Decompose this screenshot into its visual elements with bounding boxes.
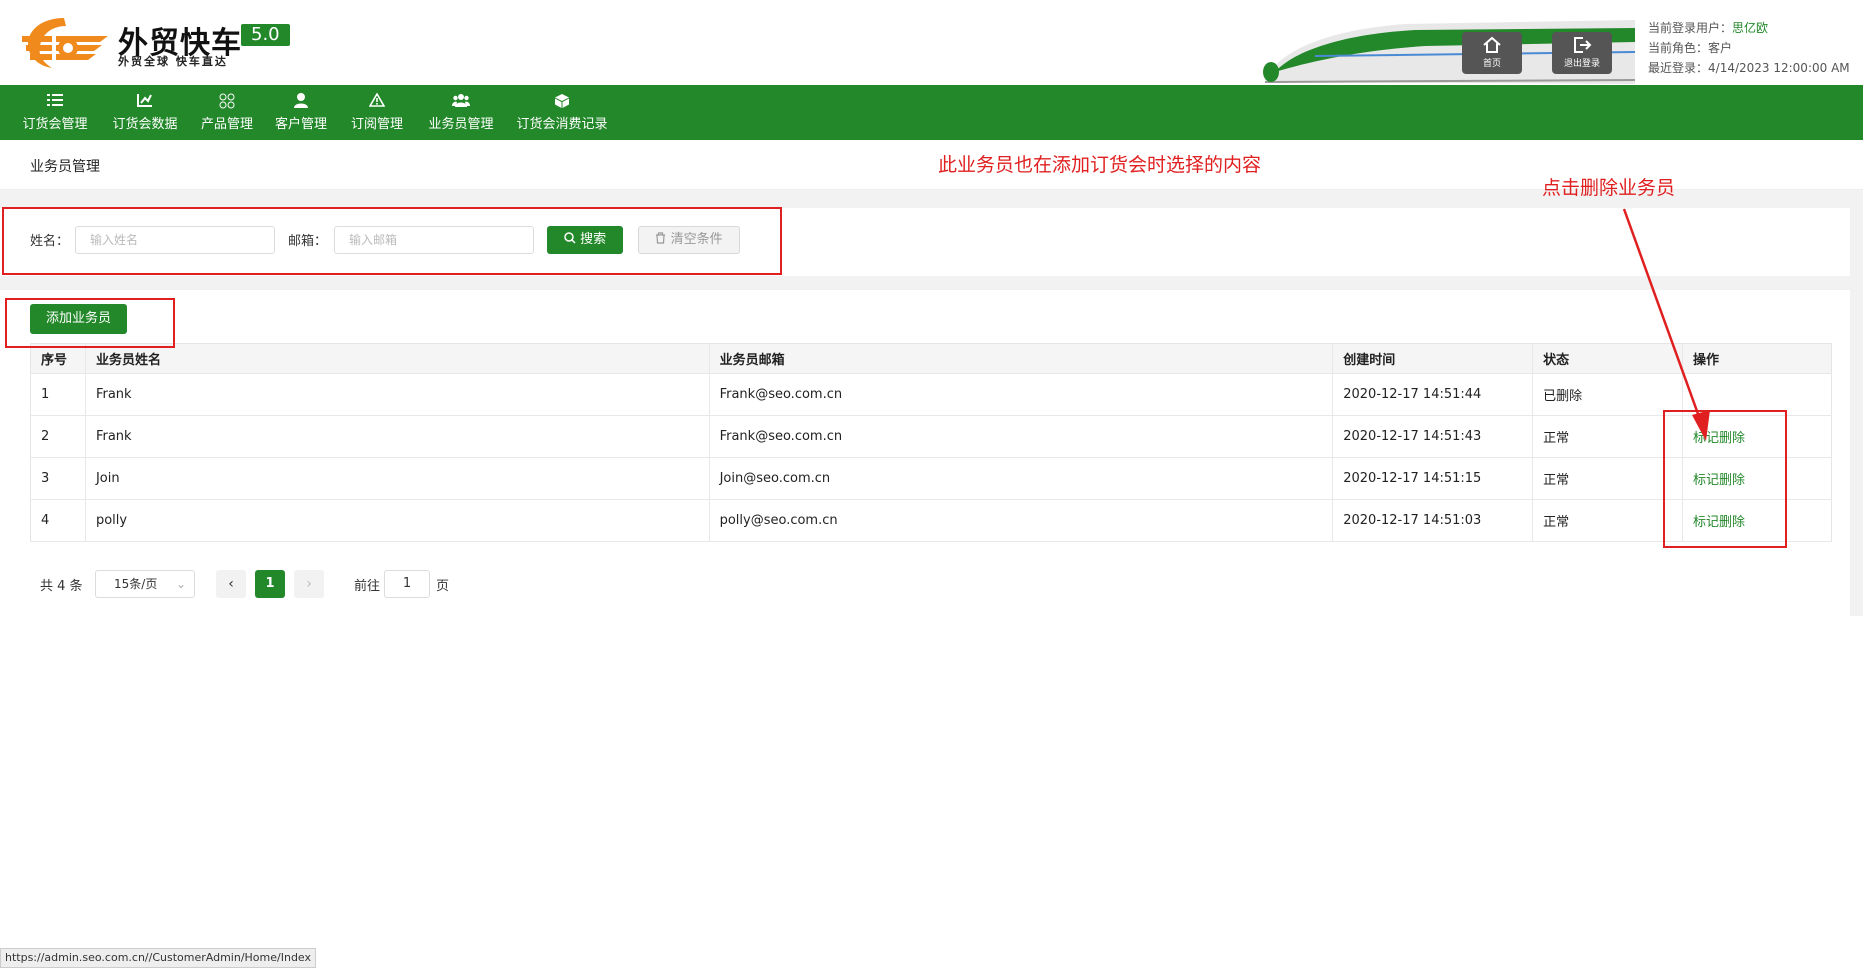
goto-label: 前往 [354, 579, 381, 594]
table-row: 1 Frank Frank@seo.com.cn 2020-12-17 14:5… [30, 373, 1832, 416]
logo-icon [22, 18, 108, 68]
row-name: Frank [85, 415, 710, 458]
last-login-value: 4/14/2023 12:00:00 AM [1708, 61, 1850, 75]
home-icon [1483, 36, 1501, 53]
main-nav: 订货会管理 订货会数据 产品管理 客户管理 订阅管理 业务员管理 订货会消费记录 [0, 85, 1863, 140]
row-no: 1 [30, 373, 86, 416]
logout-button[interactable]: 退出登录 [1552, 32, 1612, 74]
nav-label: 产品管理 [200, 117, 253, 132]
row-no: 3 [30, 457, 86, 500]
brand-slogan: 外贸全球 快车直达 [118, 55, 228, 68]
user-name[interactable]: 思亿欧 [1732, 21, 1768, 35]
table-row: 4 polly polly@seo.com.cn 2020-12-17 14:5… [30, 499, 1832, 542]
row-status: 正常 [1532, 499, 1684, 542]
table-row: 2 Frank Frank@seo.com.cn 2020-12-17 14:5… [30, 415, 1832, 458]
prev-page-button[interactable]: ‹ [216, 570, 246, 598]
home-button-label: 首页 [1482, 59, 1501, 69]
annotation-note-delete: 点击删除业务员 [1542, 177, 1676, 199]
list-icon [47, 94, 63, 106]
annotation-box-search [2, 207, 782, 275]
row-created: 2020-12-17 14:51:03 [1332, 499, 1534, 542]
nav-item-order-fair[interactable]: 订货会管理 [18, 85, 92, 140]
row-email: Join@seo.com.cn [709, 457, 1334, 500]
nav-label: 客户管理 [274, 117, 327, 132]
nav-label: 订货会数据 [112, 117, 178, 132]
row-name: polly [85, 499, 710, 542]
table-header-row: 序号 业务员姓名 业务员邮箱 创建时间 状态 操作 [30, 343, 1832, 374]
last-login-label: 最近登录： [1648, 61, 1709, 75]
nav-item-consumption-records[interactable]: 订货会消费记录 [516, 85, 608, 140]
page-size-select[interactable]: 15条/页 ⌄ [95, 570, 195, 598]
status-bar-url: https://admin.seo.com.cn//CustomerAdmin/… [0, 948, 317, 968]
logout-icon [1574, 37, 1592, 53]
user-info: 当前登录用户：思亿欧 当前角色：客户 最近登录：4/14/2023 12:00:… [1648, 18, 1850, 78]
page-unit-label: 页 [436, 579, 450, 594]
row-no: 4 [30, 499, 86, 542]
grid-icon [219, 93, 235, 109]
nav-label: 订货会管理 [22, 117, 88, 132]
row-email: Frank@seo.com.cn [709, 415, 1334, 458]
user-label: 当前登录用户： [1648, 21, 1733, 35]
col-header: 创建时间 [1332, 343, 1534, 374]
row-created: 2020-12-17 14:51:44 [1332, 373, 1534, 416]
row-name: Join [85, 457, 710, 500]
row-created: 2020-12-17 14:51:43 [1332, 415, 1534, 458]
salesperson-table: 序号 业务员姓名 业务员邮箱 创建时间 状态 操作 1 Frank Frank@… [30, 343, 1832, 542]
pagination-total: 共 4 条 [40, 579, 83, 594]
col-header: 业务员姓名 [85, 343, 710, 374]
next-page-button[interactable]: › [294, 570, 324, 598]
goto-page-input[interactable]: 1 [384, 570, 430, 598]
page-size-value: 15条/页 [114, 577, 158, 591]
box-icon [555, 94, 569, 108]
chart-icon [137, 94, 152, 107]
chevron-down-icon: ⌄ [175, 577, 186, 591]
row-status: 正常 [1532, 457, 1684, 500]
user-icon [294, 93, 308, 108]
row-email: polly@seo.com.cn [709, 499, 1334, 542]
role-label: 当前角色： [1648, 41, 1709, 55]
page-number-button[interactable]: 1 [255, 570, 285, 598]
chevron-left-icon: ‹ [228, 576, 234, 592]
nav-label: 业务员管理 [428, 117, 494, 132]
home-button[interactable]: 首页 [1462, 32, 1522, 74]
annotation-arrow-icon [1622, 208, 1710, 441]
logout-button-label: 退出登录 [1563, 59, 1600, 69]
annotation-box-add [5, 298, 175, 348]
row-name: Frank [85, 373, 710, 416]
row-email: Frank@seo.com.cn [709, 373, 1334, 416]
header: 外贸快车 5.0 外贸全球 快车直达 首页 退出登录 当前登录用户：思亿欧 当前… [0, 0, 1863, 85]
warning-icon [368, 92, 386, 107]
row-created: 2020-12-17 14:51:15 [1332, 457, 1534, 500]
nav-item-products[interactable]: 产品管理 [198, 85, 256, 140]
annotation-note-top: 此业务员也在添加订货会时选择的内容 [938, 154, 1262, 176]
nav-label: 订阅管理 [350, 117, 403, 132]
nav-item-subscriptions[interactable]: 订阅管理 [348, 85, 406, 140]
nav-item-fair-data[interactable]: 订货会数据 [108, 85, 182, 140]
page-title: 业务员管理 [30, 159, 100, 175]
col-header: 序号 [30, 343, 86, 374]
nav-label: 订货会消费记录 [516, 117, 608, 132]
table-row: 3 Join Join@seo.com.cn 2020-12-17 14:51:… [30, 457, 1832, 500]
role-value: 客户 [1708, 41, 1733, 55]
chevron-right-icon: › [306, 576, 312, 592]
col-header: 业务员邮箱 [709, 343, 1334, 374]
users-icon [452, 94, 470, 107]
version-badge: 5.0 [241, 24, 290, 46]
nav-item-customers[interactable]: 客户管理 [272, 85, 330, 140]
nav-item-salespeople[interactable]: 业务员管理 [424, 85, 498, 140]
row-no: 2 [30, 415, 86, 458]
